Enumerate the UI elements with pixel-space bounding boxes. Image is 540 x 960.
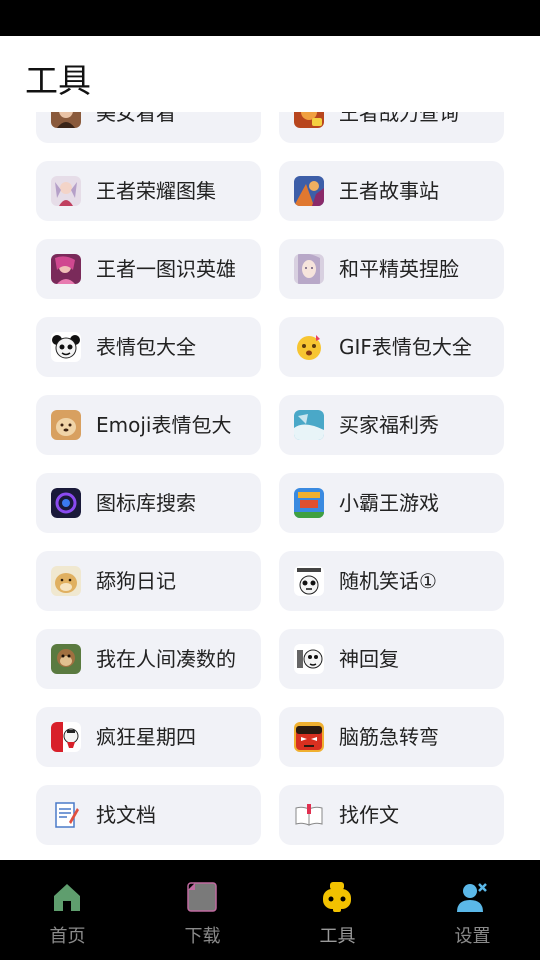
tool-label: 舔狗日记 [96,569,176,593]
tool-label: 找文档 [96,803,156,827]
tab-label: 下载 [184,926,221,947]
bottom-tab-bar: 首页 下载 工具 设置 [0,860,540,960]
tool-card-gif-emoji[interactable]: GIF表情包大全 [279,317,504,377]
tool-card-meme-monkey[interactable]: 我在人间凑数的 [36,629,261,689]
tool-card-icon-search[interactable]: 图标库搜索 [36,473,261,533]
document-icon [51,800,81,830]
joke-panda-icon [294,566,324,596]
tab-label: 设置 [454,926,491,947]
tool-label: 我在人间凑数的 [96,647,236,671]
brain-teaser-icon [294,722,324,752]
tool-card-god-reply[interactable]: 神回复 [279,629,504,689]
beauty-photo-icon [51,112,81,128]
tool-label: 小霸王游戏 [339,491,439,515]
tab-settings[interactable]: 设置 [405,860,540,960]
status-bar [0,0,540,36]
tools-icon [320,880,354,914]
retro-game-icon [294,488,324,518]
tool-card-find-essay[interactable]: 找作文 [279,785,504,845]
tool-card-face-sculpt[interactable]: 和平精英捏脸 [279,239,504,299]
tool-card-hero-story[interactable]: 王者故事站 [279,161,504,221]
tool-card-brain-teaser[interactable]: 脑筋急转弯 [279,707,504,767]
tool-label: 和平精英捏脸 [339,257,459,281]
tool-label: 美女看看 [96,112,176,125]
tool-label: 图标库搜索 [96,491,196,515]
tool-label: 随机笑话① [339,569,437,593]
tool-card-crazy-thursday[interactable]: 疯狂星期四 [36,707,261,767]
tool-label: 疯狂星期四 [96,725,196,749]
settings-user-icon [455,880,489,914]
tool-label: 表情包大全 [96,335,196,359]
tab-label: 工具 [319,926,356,947]
tool-label: 王者一图识英雄 [96,257,236,281]
panda-meme-icon [51,332,81,362]
hero-power-icon [294,112,324,128]
meme-monkey-icon [51,644,81,674]
tool-card-emoji-dog[interactable]: Emoji表情包大 [36,395,261,455]
tool-card-retro-game[interactable]: 小霸王游戏 [279,473,504,533]
face-sculpt-icon [294,254,324,284]
tool-card-find-document[interactable]: 找文档 [36,785,261,845]
page-title: 工具 [25,61,91,100]
emoji-dog-icon [51,410,81,440]
reply-panda-icon [294,644,324,674]
tool-card-random-joke[interactable]: 随机笑话① [279,551,504,611]
tool-label: 找作文 [339,803,399,827]
tab-tools[interactable]: 工具 [270,860,405,960]
download-icon [185,880,219,914]
tool-card-panda-meme[interactable]: 表情包大全 [36,317,261,377]
tool-card-hero-guess[interactable]: 王者一图识英雄 [36,239,261,299]
tool-label: 脑筋急转弯 [339,725,439,749]
tool-label: 王者战力查询 [339,112,459,125]
tool-label: 买家福利秀 [339,413,439,437]
hero-story-icon [294,176,324,206]
buyer-show-icon [294,410,324,440]
essay-book-icon [294,800,324,830]
tool-card-hero-power[interactable]: 王者战力查询 [279,112,504,143]
home-icon [50,880,84,914]
tool-label: 神回复 [339,647,399,671]
tool-card-buyer-show[interactable]: 买家福利秀 [279,395,504,455]
tab-home[interactable]: 首页 [0,860,135,960]
tab-label: 首页 [49,926,86,947]
hero-guess-icon [51,254,81,284]
icon-search-icon [51,488,81,518]
tool-label: Emoji表情包大 [96,413,232,437]
gif-emoji-icon [294,332,324,362]
tool-card-beauty[interactable]: 美女看看 [36,112,261,143]
tool-label: GIF表情包大全 [339,335,472,359]
tool-card-hero-gallery[interactable]: 王者荣耀图集 [36,161,261,221]
page-header: 工具 [0,36,540,112]
doge-diary-icon [51,566,81,596]
tool-card-doge-diary[interactable]: 舔狗日记 [36,551,261,611]
tool-label: 王者荣耀图集 [96,179,216,203]
tab-download[interactable]: 下载 [135,860,270,960]
tool-label: 王者故事站 [339,179,439,203]
kfc-icon [51,722,81,752]
hero-gallery-icon [51,176,81,206]
tool-list-scroll[interactable]: 美女看看 王者战力查询 王者荣耀图集 王者故事站 王者一图识英雄 和平精英捏脸 … [0,112,540,860]
